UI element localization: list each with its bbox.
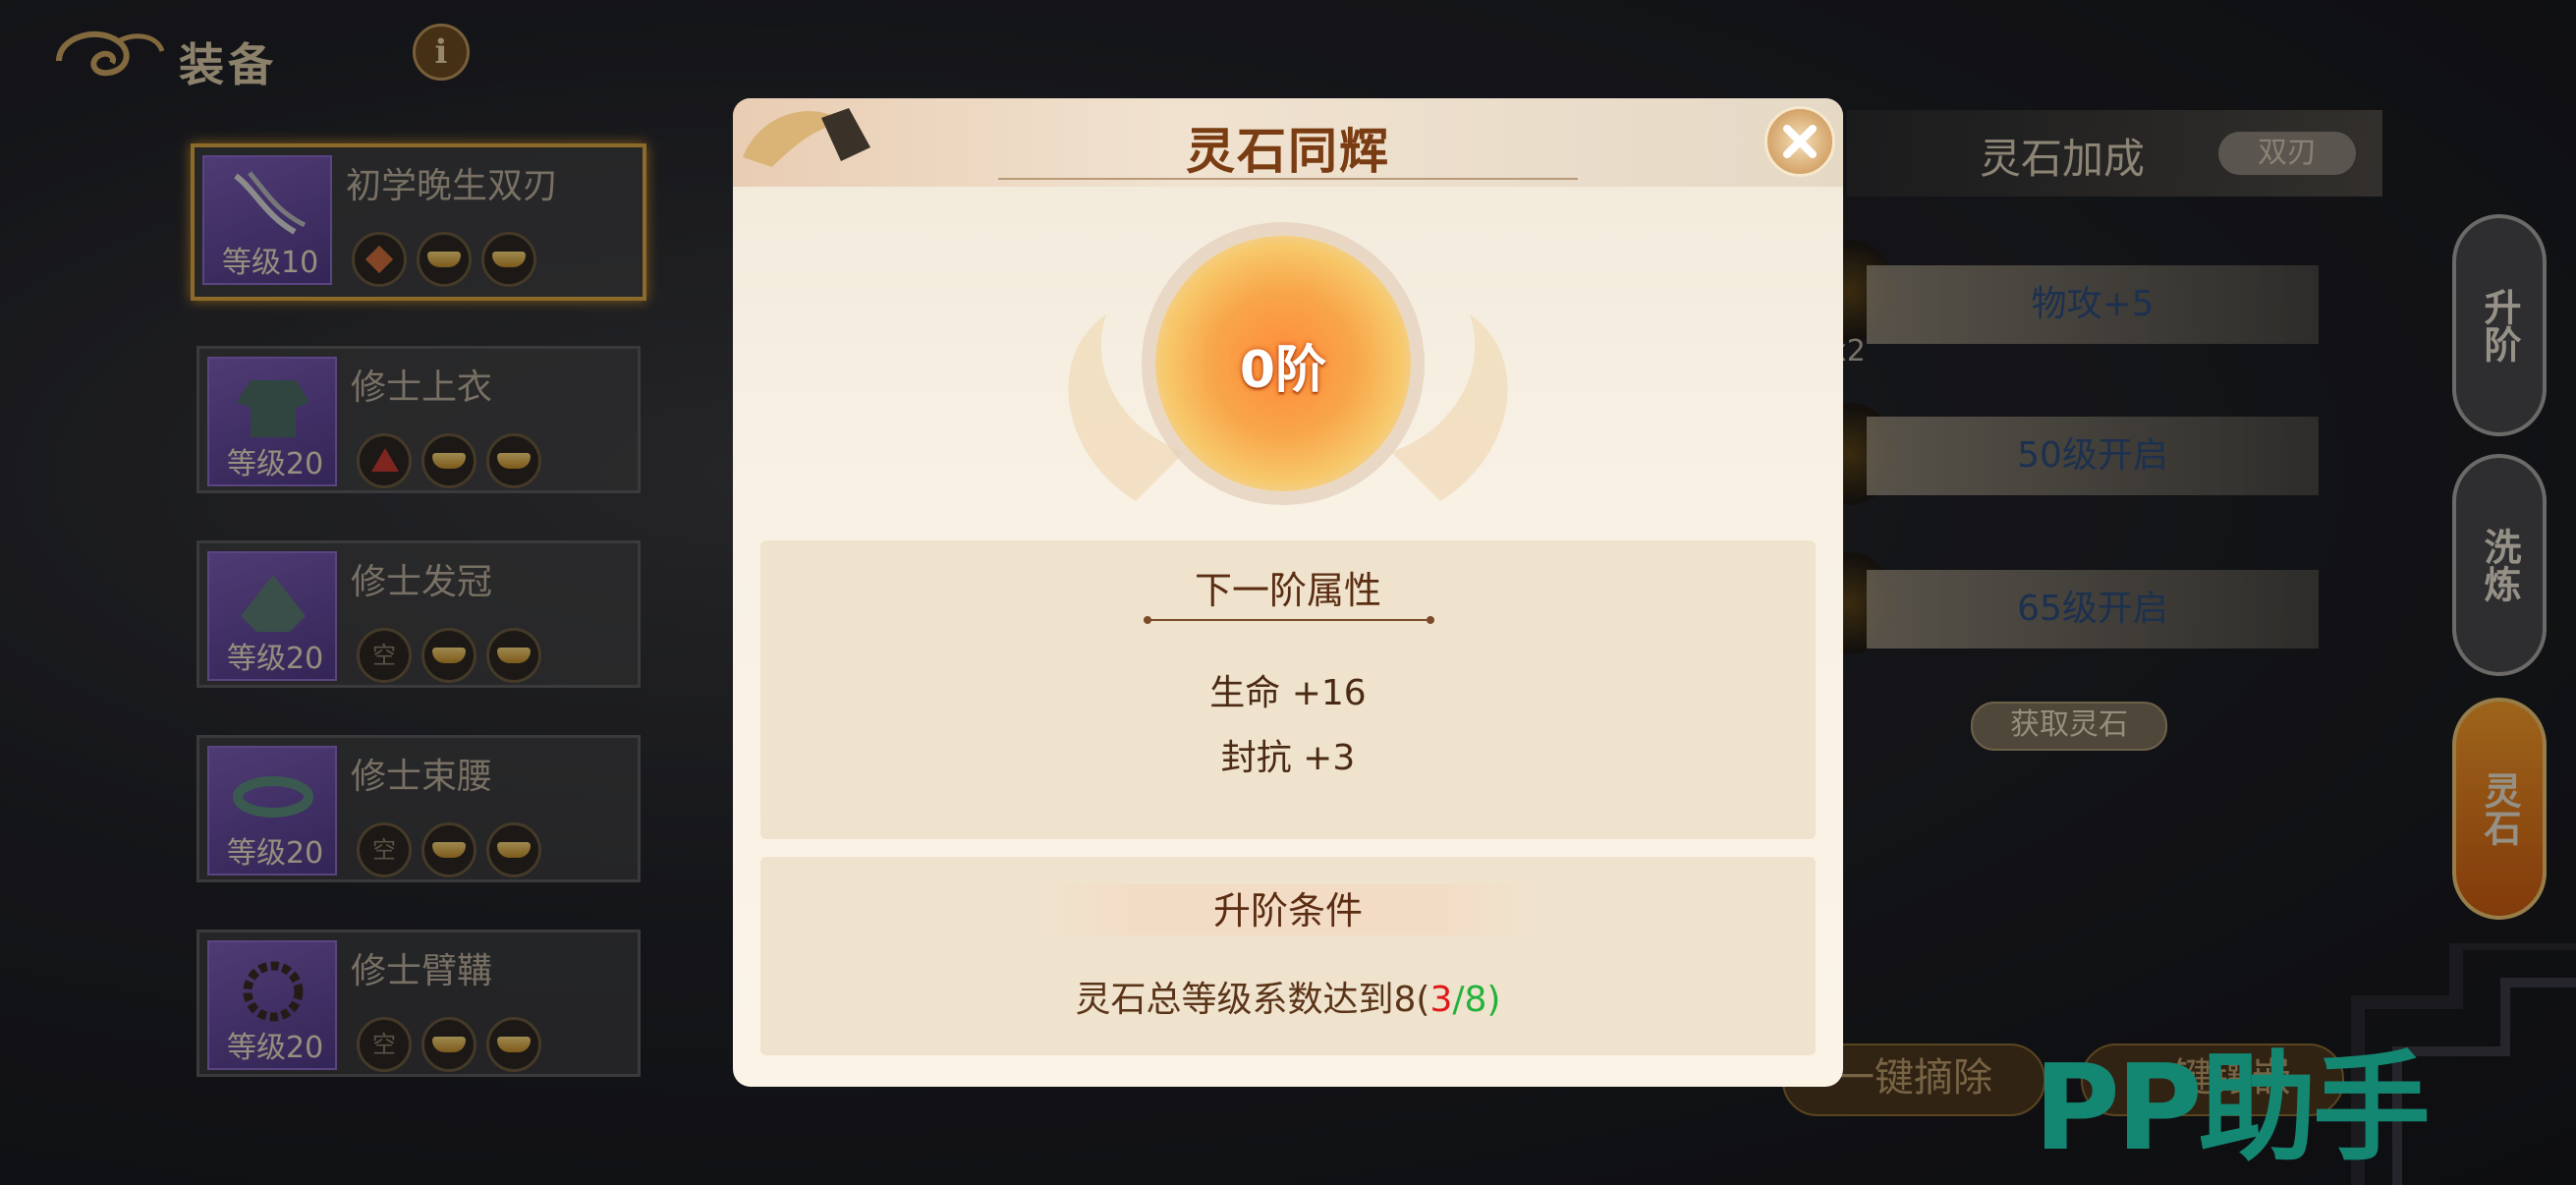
- condition-total: 8: [1464, 980, 1487, 1020]
- close-icon: [1783, 125, 1817, 158]
- stage-level: 0阶: [1239, 341, 1327, 400]
- condition-separator: /: [1452, 980, 1465, 1020]
- stat-line: 封抗 +3: [1220, 738, 1356, 778]
- next-stage-panel: 下一阶属性 生命 +16 封抗 +3: [760, 540, 1816, 839]
- upgrade-condition-panel: 升阶条件 灵石总等级系数达到8(3/8): [760, 857, 1816, 1055]
- condition-title: 升阶条件: [1212, 889, 1363, 932]
- condition-prefix: 灵石总等级系数达到8(: [1075, 980, 1430, 1020]
- section-divider: [1144, 616, 1434, 624]
- stat-line: 生命 +16: [1209, 673, 1367, 713]
- spirit-stone-radiance-dialog: 灵石同辉 0阶 下一阶属性 生命 +16 封抗 +3 升阶条件 灵石总等级系数达…: [733, 98, 1843, 1087]
- close-button[interactable]: [1764, 106, 1835, 177]
- condition-current: 3: [1429, 980, 1453, 1020]
- condition-text: 灵石总等级系数达到8(3/8): [760, 971, 1816, 1022]
- title-divider: [998, 178, 1578, 180]
- dialog-title: 灵石同辉: [1186, 123, 1390, 180]
- next-stage-title: 下一阶属性: [1194, 569, 1381, 612]
- condition-suffix: ): [1486, 980, 1501, 1020]
